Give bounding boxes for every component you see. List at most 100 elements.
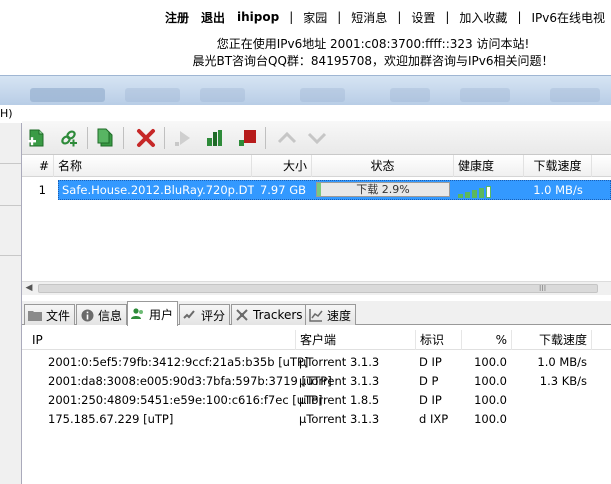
peer-client: µTorrent 3.1.3 [299,374,380,388]
peer-flags: d IXP [419,412,449,426]
nav-ipv6-tv-link[interactable]: IPv6在线电视 [525,9,611,26]
col-header-size[interactable]: 大小 [252,155,312,177]
nav-settings-link[interactable]: 设置 [405,9,441,26]
col-header-status[interactable]: 状态 [312,155,454,177]
torrent-status: 下载 2.9% [356,183,410,196]
toolbar-separator [123,127,124,149]
blurred-nav-tab [200,88,245,102]
torrent-progress-bar: 下载 2.9% [316,182,450,197]
move-up-icon[interactable] [276,127,298,149]
peers-table-header: IP 客户端 标识 % 下载速度 [22,330,611,350]
stop-icon[interactable] [236,127,258,149]
scroll-thumb[interactable]: III [38,284,598,293]
nav-home-link[interactable]: 家园 [297,9,333,26]
col-header-down-speed[interactable]: 下载速度 [524,155,592,177]
horizontal-scrollbar[interactable]: ◀ III [22,281,611,295]
folder-icon [28,308,42,322]
pane-divider [0,163,21,164]
remove-icon[interactable] [135,127,157,149]
nav-messages-link[interactable]: 短消息 [345,9,393,26]
toolbar-separator [164,127,165,149]
move-down-icon[interactable] [306,127,328,149]
col-header-num[interactable]: # [22,155,54,177]
rating-icon [183,308,197,322]
tab-label: 信息 [98,308,123,323]
add-torrent-icon[interactable] [26,127,48,149]
nav-logout-link[interactable]: 退出 [195,9,231,26]
pause-icon[interactable] [204,127,226,149]
peer-ip: 2001:da8:3008:e005:90d3:7bfa:597b:3719 [… [48,374,332,388]
peer-ip: 2001:250:4809:5451:e59e:100:c616:f7ec [u… [48,393,323,407]
web-page-header: 注册 退出 ihipop | 家园 | 短消息 | 设置 | 加入收藏 | IP… [0,0,611,75]
table-row[interactable]: 2001:0:5ef5:79fb:3412:9ccf:21a5:b35b [uT… [22,353,611,372]
health-bar [472,190,477,198]
blurred-nav-tab [390,88,430,102]
tab-speed[interactable]: 速度 [305,304,357,325]
peer-down-speed: 1.3 KB/s [539,374,587,388]
tab-label: Trackers [253,308,303,322]
tab-trackers[interactable]: Trackers [231,304,308,325]
ipv6-notice: 您正在使用IPv6地址 2001:c08:3700:ffff::323 访问本站… [216,37,530,51]
health-bar [458,194,463,198]
peer-ip: 175.185.67.229 [uTP] [48,412,174,426]
left-category-pane [0,123,22,484]
nav-separator: | [397,10,402,24]
tab-label: 用户 [149,307,174,322]
speed-icon [309,308,323,322]
pane-divider [0,205,21,206]
peer-percent: 100.0 [474,393,507,407]
scroll-left-icon[interactable]: ◀ [22,282,36,296]
users-icon [131,307,145,321]
nav-bookmark-link[interactable]: 加入收藏 [453,9,513,26]
peer-flags: D P [419,374,439,388]
health-bar [479,188,484,198]
torrent-row[interactable]: 1 Safe.House.2012.BluRay.720p.DTS.x264 7… [22,179,611,201]
scroll-grip: III [539,284,547,293]
blurred-nav-tab [460,88,510,102]
add-url-icon[interactable] [58,127,80,149]
health-indicator [458,184,498,198]
table-row[interactable]: 2001:250:4809:5451:e59e:100:c616:f7ec [u… [22,391,611,410]
peer-percent: 100.0 [474,355,507,369]
blurred-nav-tab [125,88,180,102]
table-row[interactable]: 2001:da8:3008:e005:90d3:7bfa:597b:3719 [… [22,372,611,391]
peer-percent: 100.0 [474,374,507,388]
create-torrent-icon[interactable] [94,127,116,149]
tab-rating[interactable]: 评分 [179,304,231,325]
details-tabs: 文件 信息 用户 评分 Trackers 速度 [22,301,611,326]
nav-separator: | [445,10,450,24]
peer-client: µTorrent 3.1.3 [299,355,380,369]
col-header-client[interactable]: 客户端 [296,330,416,350]
table-row[interactable]: 175.185.67.229 [uTP] µTorrent 3.1.3 d IX… [22,410,611,429]
toolbar-separator [87,127,88,149]
start-icon[interactable] [172,127,194,149]
torrent-name: Safe.House.2012.BluRay.720p.DTS.x264 [62,183,254,197]
peer-flags: D IP [419,393,442,407]
col-header-flags[interactable]: 标识 [416,330,462,350]
col-header-peer-down-speed[interactable]: 下载速度 [512,330,592,350]
nav-separator: | [289,10,294,24]
col-header-name[interactable]: 名称 [54,155,252,177]
blurred-nav-tab [30,88,105,102]
torrent-size: 7.97 GB [259,183,306,197]
tab-label: 速度 [327,308,352,323]
health-bar [465,192,470,198]
menu-help-partial[interactable]: H) [0,107,13,121]
peer-client: µTorrent 3.1.3 [299,412,380,426]
col-header-ip[interactable]: IP [28,330,296,350]
trackers-icon [235,308,249,322]
col-header-health[interactable]: 健康度 [454,155,524,177]
torrent-list: # 名称 大小 状态 健康度 下载速度 1 Safe.House.2012.Bl… [22,155,611,295]
pane-divider [0,255,21,256]
tab-label: 文件 [46,308,71,323]
nav-separator: | [517,10,522,24]
tab-files[interactable]: 文件 [24,304,76,325]
nav-separator: | [337,10,342,24]
top-nav: 注册 退出 ihipop | 家园 | 短消息 | 设置 | 加入收藏 | IP… [159,8,611,26]
tab-info[interactable]: 信息 [76,304,128,325]
nav-username-link[interactable]: ihipop [231,10,285,24]
blurred-page-nav [0,75,611,105]
col-header-percent[interactable]: % [462,330,512,350]
nav-register-link[interactable]: 注册 [159,9,195,26]
tab-peers[interactable]: 用户 [127,301,179,326]
